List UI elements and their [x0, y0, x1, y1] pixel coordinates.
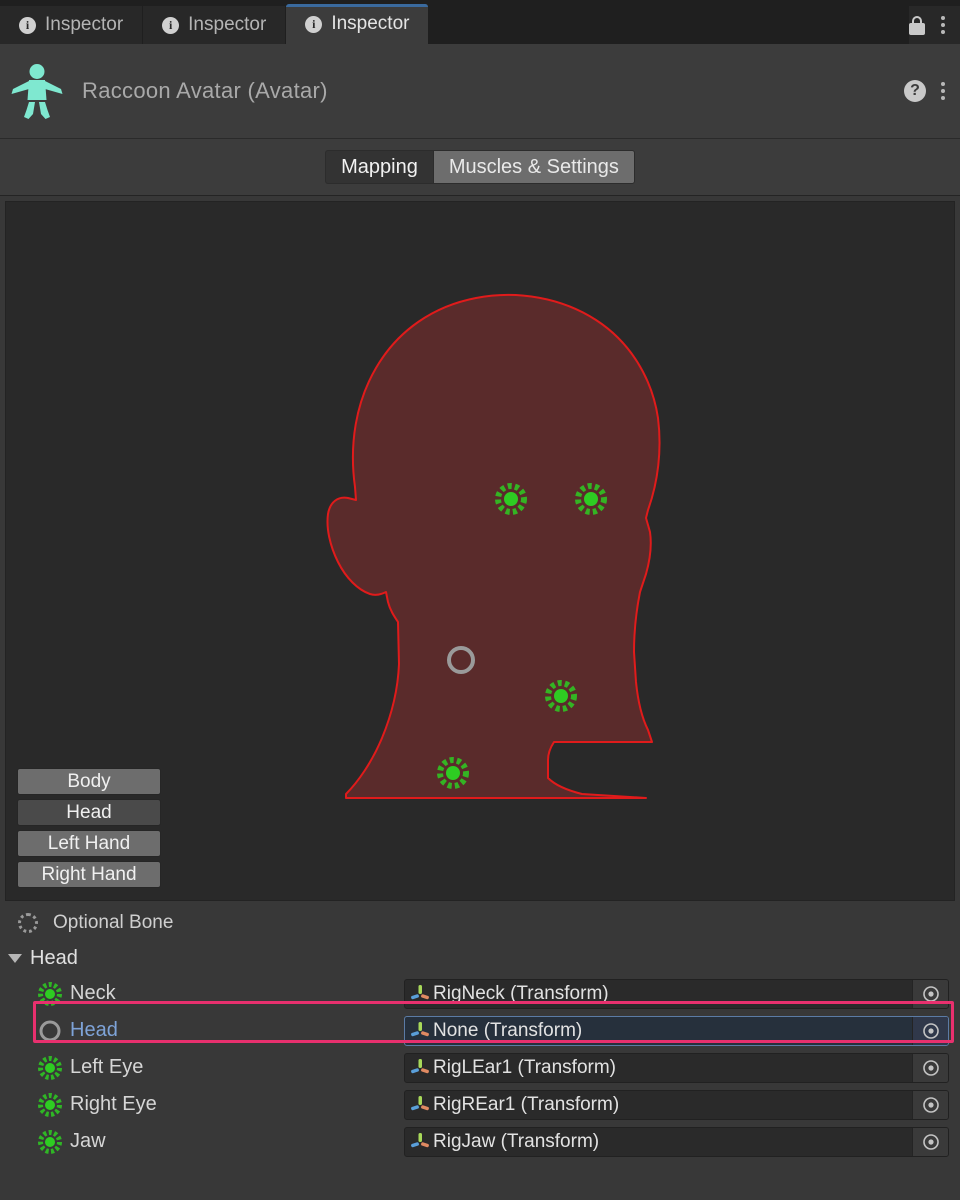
page-title: Raccoon Avatar (Avatar)	[82, 78, 328, 103]
tab-label: Inspector	[188, 14, 267, 35]
bone-object-field[interactable]: None (Transform)	[404, 1015, 949, 1046]
tab-bar-controls	[909, 6, 960, 44]
avatar-preview-panel[interactable]: Body Head Left Hand Right Hand	[5, 201, 955, 901]
object-header-controls: ?	[904, 80, 947, 102]
bone-object-value: None (Transform)	[433, 1019, 583, 1041]
bone-row-neck[interactable]: Neck RigNeck (Transform)	[0, 975, 960, 1012]
bone-label: Left Eye	[70, 1056, 144, 1078]
bone-object-field[interactable]: RigLEar1 (Transform)	[404, 1052, 949, 1083]
info-icon: i	[19, 16, 36, 34]
transform-icon	[411, 984, 429, 999]
bone-object-value: RigLEar1 (Transform)	[433, 1056, 617, 1078]
bone-object-value: RigJaw (Transform)	[433, 1130, 600, 1152]
kebab-menu-icon[interactable]	[939, 80, 947, 102]
bone-row-left-eye[interactable]: Left Eye RigLEar1 (Transform)	[0, 1049, 960, 1086]
optional-bone-legend: Optional Bone	[0, 905, 960, 941]
bone-mapping-list: Optional Bone Head Neck RigNeck (Transfo…	[0, 901, 960, 1160]
bone-object-field[interactable]: RigNeck (Transform)	[404, 978, 949, 1009]
bone-assigned-icon	[38, 981, 62, 1006]
bodypart-button-label: Body	[67, 770, 111, 792]
object-picker-icon[interactable]	[912, 1090, 948, 1119]
kebab-dot	[941, 23, 945, 27]
bodypart-button-left-hand[interactable]: Left Hand	[17, 830, 161, 857]
bodypart-button-right-hand[interactable]: Right Hand	[17, 861, 161, 888]
object-picker-icon[interactable]	[912, 1127, 948, 1156]
optional-bone-label: Optional Bone	[53, 912, 174, 933]
kebab-dot	[941, 89, 945, 93]
transform-icon	[411, 1095, 429, 1110]
bodypart-button-head[interactable]: Head	[17, 799, 161, 826]
tab-mapping-label: Mapping	[341, 155, 418, 178]
bone-assigned-icon	[38, 1055, 62, 1080]
bone-label: Head	[70, 1019, 118, 1041]
bodypart-button-label: Head	[66, 801, 112, 823]
humanoid-avatar-icon	[11, 64, 63, 119]
bone-row-head[interactable]: Head None (Transform)	[0, 1012, 960, 1049]
bone-group-head[interactable]: Head	[0, 941, 960, 975]
kebab-menu-icon[interactable]	[939, 14, 947, 36]
lock-body	[909, 22, 925, 35]
tab-muscles-settings-label: Muscles & Settings	[448, 155, 619, 178]
bone-object-value: RigNeck (Transform)	[433, 982, 609, 1004]
tab-label: Inspector	[331, 13, 410, 34]
object-header: Raccoon Avatar (Avatar) ?	[0, 44, 960, 139]
object-picker-icon[interactable]	[912, 1053, 948, 1082]
tab-muscles-settings[interactable]: Muscles & Settings	[432, 150, 635, 184]
tab-inspector-2[interactable]: i Inspector	[143, 6, 287, 44]
tab-inspector-1[interactable]: i Inspector	[0, 6, 144, 44]
bone-group-label: Head	[30, 946, 78, 969]
info-icon: i	[162, 16, 180, 34]
bodypart-button-group: Body Head Left Hand Right Hand	[17, 768, 161, 888]
transform-icon	[411, 1132, 429, 1147]
mode-toggle-bar: Mapping Muscles & Settings	[0, 139, 960, 196]
bone-label: Jaw	[70, 1130, 106, 1152]
info-icon: i	[305, 15, 323, 33]
bodypart-button-label: Right Hand	[41, 863, 137, 885]
bone-object-value: RigREar1 (Transform)	[433, 1093, 620, 1115]
bone-label: Neck	[70, 982, 116, 1004]
bone-label: Right Eye	[70, 1093, 157, 1115]
bone-unassigned-icon	[39, 1020, 61, 1041]
transform-icon	[411, 1021, 429, 1036]
chevron-down-icon[interactable]	[8, 953, 22, 963]
tab-inspector-3[interactable]: i Inspector	[286, 4, 430, 44]
tab-mapping[interactable]: Mapping	[325, 150, 433, 184]
object-picker-icon[interactable]	[912, 1016, 948, 1045]
lock-icon[interactable]	[909, 15, 925, 35]
bone-row-jaw[interactable]: Jaw RigJaw (Transform)	[0, 1123, 960, 1160]
bone-assigned-icon	[38, 1092, 62, 1117]
mode-segmented-control: Mapping Muscles & Settings	[325, 150, 635, 184]
kebab-dot	[941, 16, 945, 20]
bodypart-button-body[interactable]: Body	[17, 768, 161, 795]
inspector-window: i Inspector i Inspector i Inspector Racc…	[0, 0, 960, 1200]
tab-bar: i Inspector i Inspector i Inspector	[0, 0, 960, 44]
object-picker-icon[interactable]	[912, 979, 948, 1008]
bone-object-field[interactable]: RigREar1 (Transform)	[404, 1089, 949, 1120]
kebab-dot	[941, 30, 945, 34]
kebab-dot	[941, 82, 945, 86]
kebab-dot	[941, 96, 945, 100]
bone-object-field[interactable]: RigJaw (Transform)	[404, 1126, 949, 1157]
tab-label: Inspector	[45, 14, 124, 35]
help-icon[interactable]: ?	[904, 80, 926, 102]
dotted-circle-icon	[18, 913, 38, 933]
tab-bar-spacer	[429, 6, 909, 44]
bone-row-right-eye[interactable]: Right Eye RigREar1 (Transform)	[0, 1086, 960, 1123]
transform-icon	[411, 1058, 429, 1073]
bodypart-button-label: Left Hand	[47, 832, 131, 854]
bone-assigned-icon	[38, 1129, 62, 1154]
